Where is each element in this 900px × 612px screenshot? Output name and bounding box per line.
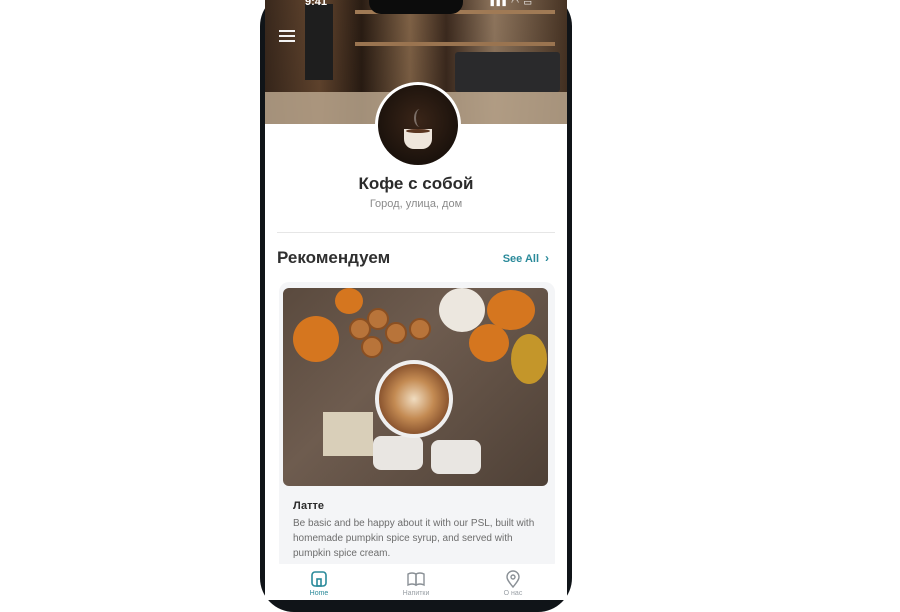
product-image	[283, 288, 548, 486]
product-title: Латте	[293, 500, 325, 512]
steam	[414, 109, 426, 127]
tab-home-label: Home	[309, 590, 329, 597]
status-icons: ▮▮▮ ◠ ▭	[489, 0, 533, 7]
tab-drinks[interactable]: Напитки	[386, 570, 446, 597]
shop-address: Город, улица, дом	[369, 198, 463, 210]
gourd	[511, 334, 547, 384]
orange-slice	[361, 336, 383, 358]
book	[323, 412, 373, 456]
see-all-label: See All	[502, 253, 539, 265]
pumpkin	[439, 288, 485, 332]
pumpkin	[335, 288, 363, 314]
sweater-sleeve	[373, 436, 423, 470]
divider	[277, 232, 555, 233]
product-card[interactable]: Латте Be basic and be happy about it wit…	[279, 282, 555, 572]
app-screen: 9:41 ▮▮▮ ◠ ▭ Кофе с собой Город, улица, …	[265, 0, 567, 600]
bottom-tab-bar: Home Напитки О нас	[265, 564, 567, 600]
book-icon	[407, 572, 425, 587]
sweater-sleeve	[431, 440, 481, 474]
pumpkin	[293, 316, 339, 362]
location-pin-icon	[506, 570, 520, 588]
coffee-surface	[406, 129, 430, 133]
tab-about[interactable]: О нас	[483, 570, 543, 597]
status-time: 9:41	[305, 0, 328, 8]
product-description: Be basic and be happy about it with our …	[293, 518, 535, 559]
orange-slice	[385, 322, 407, 344]
shop-avatar	[375, 82, 461, 168]
espresso-machine	[455, 52, 560, 92]
orange-slice	[409, 318, 431, 340]
tab-drinks-label: Напитки	[402, 590, 430, 597]
shop-name: Кофе с собой	[358, 174, 474, 193]
section-title: Рекомендуем	[277, 248, 391, 267]
latte-cup	[375, 360, 453, 438]
tab-home[interactable]: Home	[289, 570, 349, 597]
home-icon	[311, 571, 327, 587]
phone-notch	[369, 0, 463, 14]
pumpkin	[469, 324, 509, 362]
chevron-right-icon: ›	[545, 251, 549, 265]
menu-board	[305, 4, 333, 80]
menu-icon[interactable]	[279, 30, 295, 44]
tab-about-label: О нас	[503, 590, 523, 597]
see-all-link[interactable]: See All ›	[503, 251, 549, 265]
shelf	[355, 42, 555, 46]
